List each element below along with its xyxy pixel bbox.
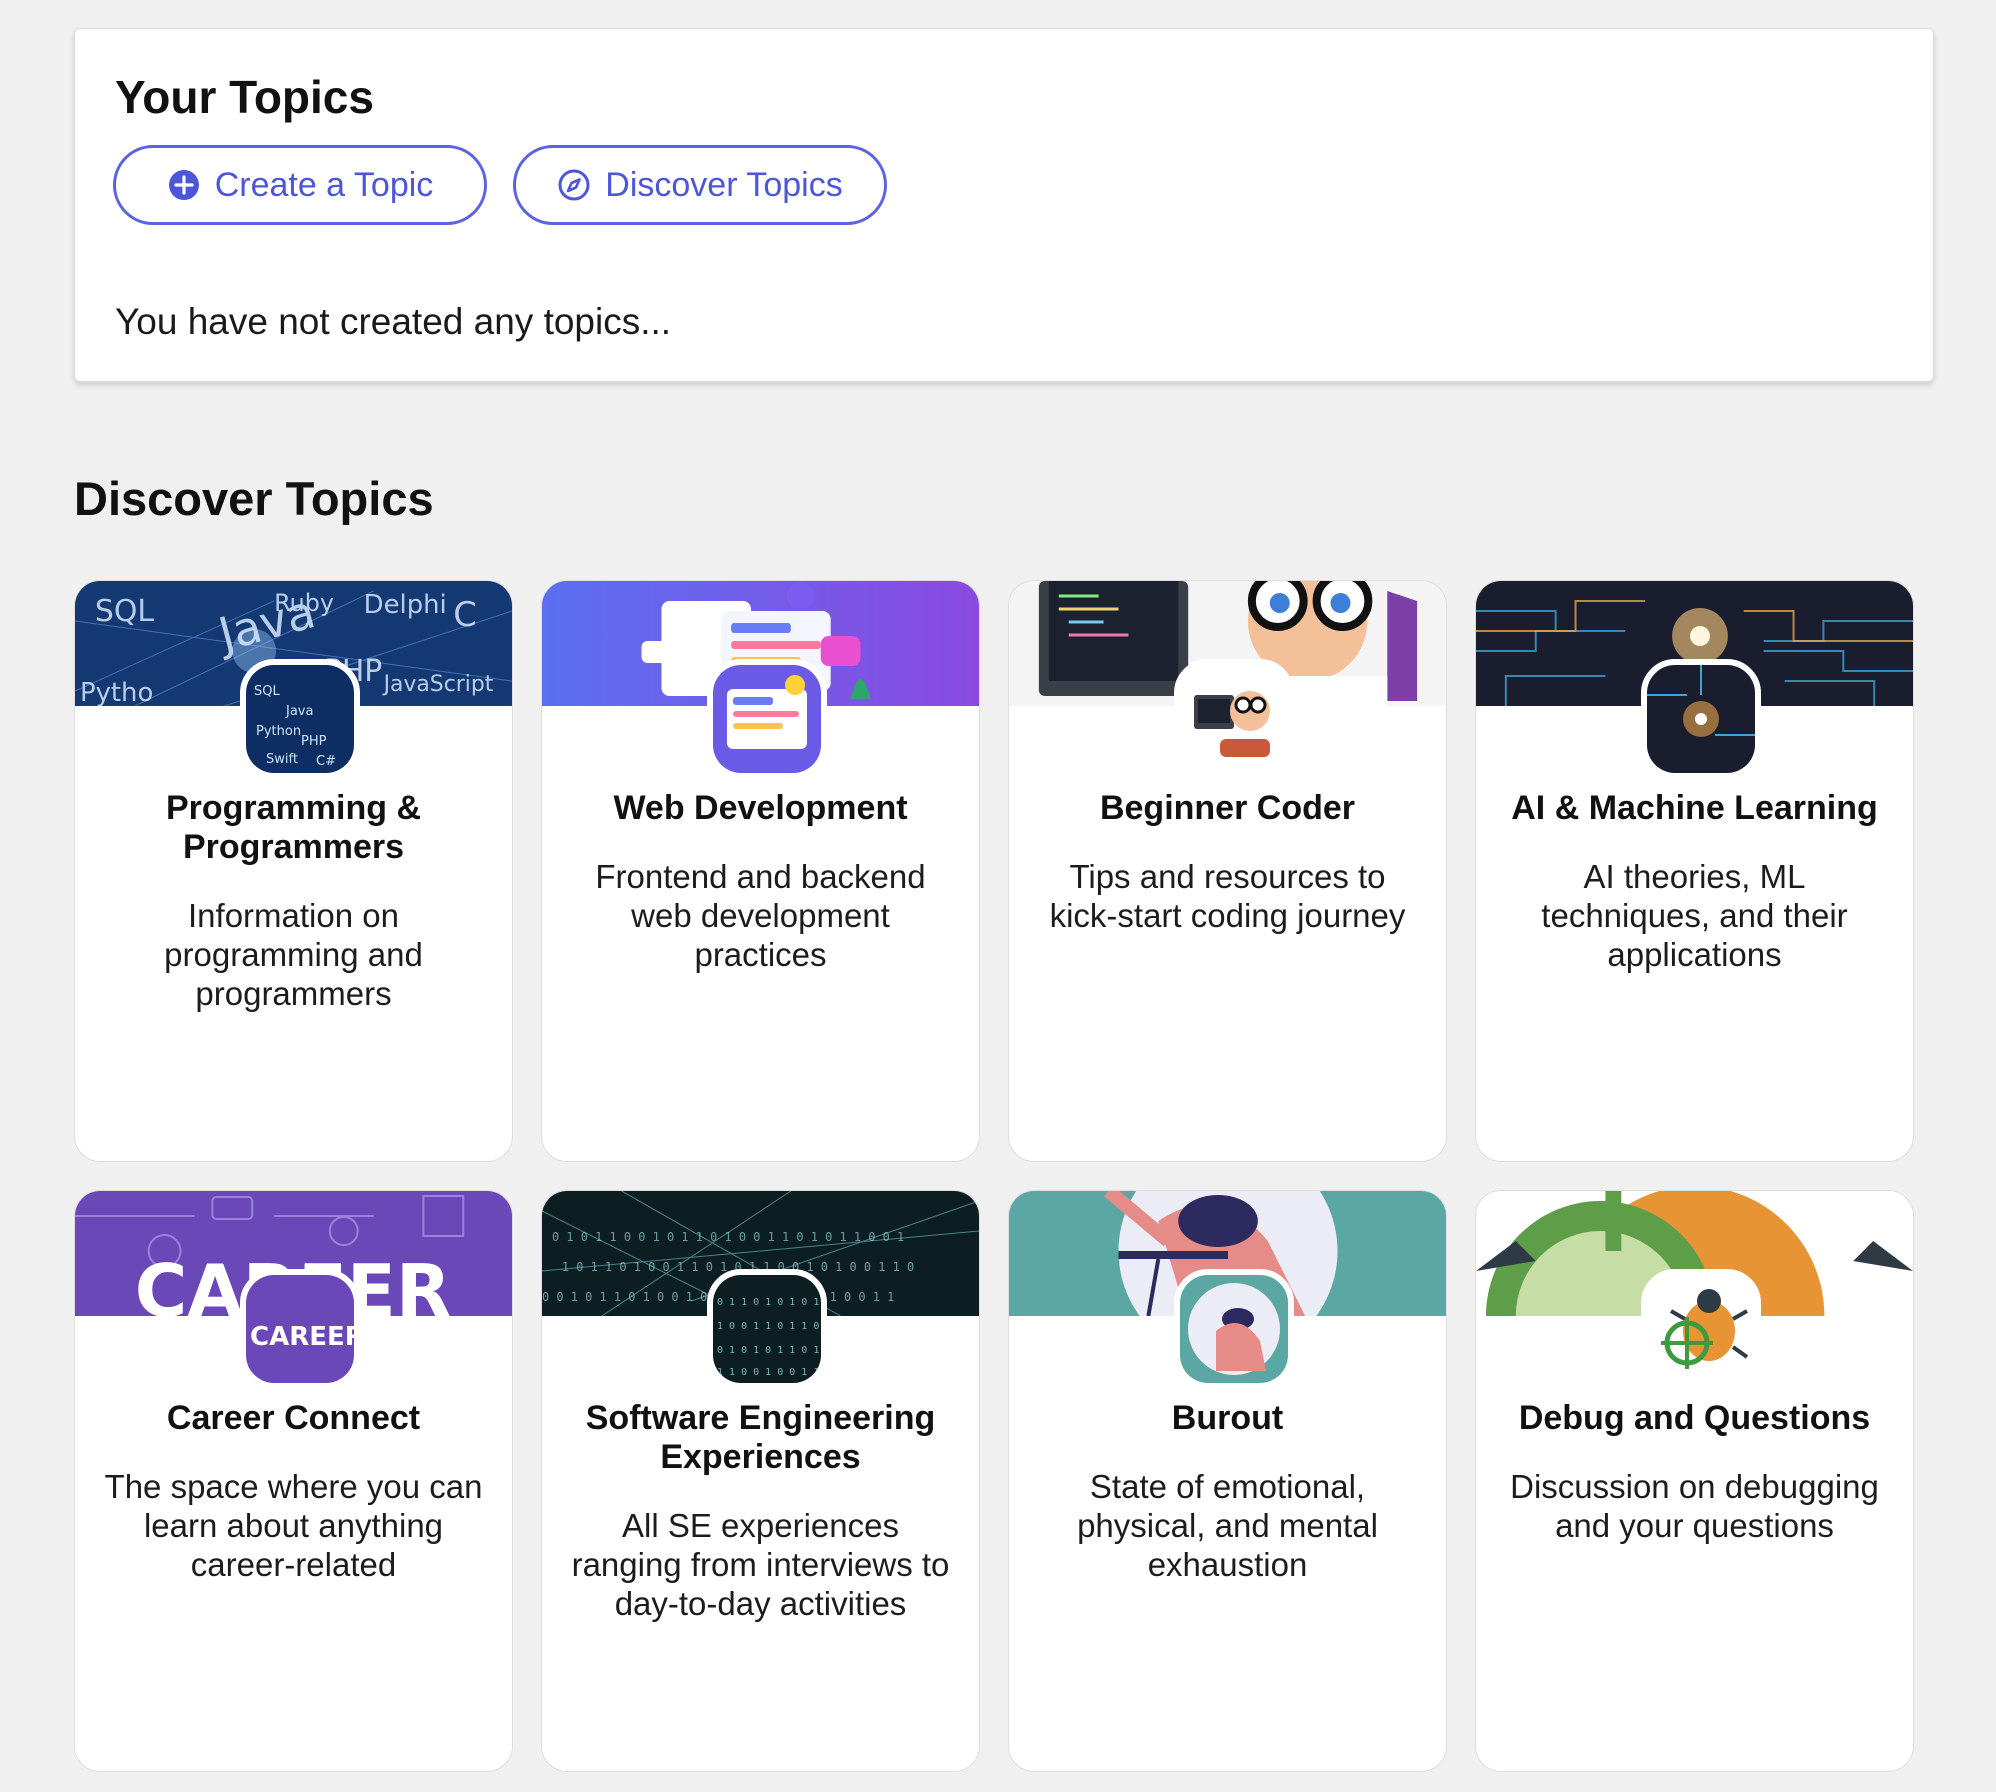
- empty-topics-message: You have not created any topics...: [115, 301, 672, 342]
- topic-title: Burout: [1171, 1399, 1284, 1437]
- topic-description: Frontend and backend web development pra…: [595, 858, 926, 973]
- svg-text:SQL: SQL: [254, 684, 280, 699]
- topic-card-burout[interactable]: Burout State of emotional, physical, and…: [1008, 1190, 1447, 1772]
- topic-title: Career Connect: [166, 1399, 421, 1437]
- svg-text:Pytho: Pytho: [80, 678, 153, 706]
- baby-coder-icon: [1173, 659, 1294, 779]
- topic-title: Programming & Programmers: [165, 789, 422, 866]
- burnout-icon: [1173, 1269, 1294, 1389]
- svg-text:C: C: [453, 595, 477, 634]
- topic-card-software-engineering[interactable]: 0 1 0 1 1 0 0 1 0 1 1 0 1 0 0 1 1 0 1 0 …: [541, 1190, 980, 1772]
- svg-text:PHP: PHP: [301, 734, 327, 749]
- topic-title: Beginner Coder: [1099, 789, 1356, 827]
- svg-text:1 0 0 1 1 0 1 1 0: 1 0 0 1 1 0 1 1 0: [717, 1321, 819, 1332]
- svg-text:JavaScript: JavaScript: [382, 672, 494, 697]
- svg-text:0 1 0 1 1 0 0 1 0 1 1 0 1 0 0: 0 1 0 1 1 0 0 1 0 1 1 0 1 0 0 1 1 0 1 0 …: [552, 1230, 904, 1244]
- svg-text:Delphi: Delphi: [364, 590, 447, 620]
- topic-description: AI theories, ML techniques, and their ap…: [1541, 858, 1848, 973]
- svg-text:C#: C#: [316, 754, 336, 769]
- topic-card-career-connect[interactable]: CAREER CAREER Career Connect The space w…: [74, 1190, 513, 1772]
- plus-circle-icon: [168, 170, 199, 200]
- topic-description: Information on programming and programme…: [164, 897, 423, 1012]
- topic-title: Software Engineering Experiences: [585, 1399, 936, 1476]
- topic-card-beginner-coder[interactable]: Beginner Coder Tips and resources to kic…: [1008, 580, 1447, 1162]
- svg-text:Java: Java: [285, 704, 313, 719]
- your-topics-panel: Your Topics Create a Topic Discover Topi…: [74, 28, 1934, 382]
- topic-title: AI & Machine Learning: [1511, 789, 1878, 827]
- svg-text:Swift: Swift: [266, 752, 298, 767]
- topic-description: Tips and resources to kick-start coding …: [1049, 858, 1406, 934]
- topic-description: State of emotional, physical, and mental…: [1077, 1468, 1378, 1583]
- compass-icon: [558, 169, 590, 201]
- your-topics-title: Your Topics: [115, 71, 374, 123]
- discover-topics-heading: Discover Topics: [74, 472, 434, 525]
- topic-card-ai-ml[interactable]: AI & Machine Learning AI theories, ML te…: [1475, 580, 1914, 1162]
- topic-title: Debug and Questions: [1518, 1399, 1871, 1437]
- svg-text:0 1 0 1 0 1 1 0 1: 0 1 0 1 0 1 1 0 1: [717, 1345, 819, 1356]
- data-network-icon: 0 1 1 0 1 0 1 0 1 1 0 0 1 1 0 1 1 0 0 1 0…: [706, 1269, 827, 1389]
- discover-topics-button[interactable]: Discover Topics: [513, 145, 887, 225]
- svg-text:Ruby: Ruby: [274, 589, 334, 617]
- svg-text:0 1 1 0 1 0 1 0 1: 0 1 1 0 1 0 1 0 1: [717, 1297, 819, 1308]
- topic-description: All SE experiences ranging from intervie…: [571, 1507, 950, 1622]
- topic-card-web-development[interactable]: Web Development Frontend and backend web…: [541, 580, 980, 1162]
- create-topic-button[interactable]: Create a Topic: [113, 145, 487, 225]
- topic-title: Web Development: [613, 789, 908, 827]
- bug-target-icon: [1640, 1269, 1761, 1389]
- svg-text:1 1 0 0 1 0 0 1 1: 1 1 0 0 1 0 0 1 1: [717, 1367, 819, 1378]
- svg-text:SQL: SQL: [95, 594, 154, 629]
- topic-description: The space where you can learn about anyt…: [104, 1468, 483, 1583]
- circuit-board-icon: [1640, 659, 1761, 779]
- web-ui-icon: [706, 659, 827, 779]
- code-languages-icon: SQL Java Python PHP Swift C#: [239, 659, 360, 779]
- topic-card-debug-questions[interactable]: Debug and Questions Discussion on debugg…: [1475, 1190, 1914, 1772]
- topic-description: Discussion on debugging and your questio…: [1510, 1468, 1879, 1544]
- discover-topics-label: Discover Topics: [605, 165, 843, 204]
- create-topic-label: Create a Topic: [214, 165, 434, 204]
- topic-card-programming[interactable]: SQL Java Ruby Delphi C PHP JavaScript Py…: [74, 580, 513, 1162]
- career-icon: CAREER: [239, 1269, 360, 1389]
- topics-grid: SQL Java Ruby Delphi C PHP JavaScript Py…: [74, 580, 1914, 1772]
- svg-text:CAREER: CAREER: [250, 1322, 354, 1352]
- svg-text:Python: Python: [256, 724, 301, 739]
